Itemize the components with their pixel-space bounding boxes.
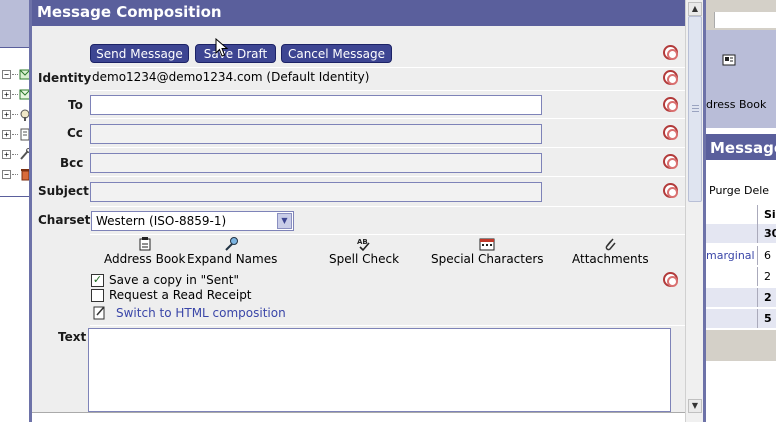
background-header-band <box>0 0 30 48</box>
message-body-textarea[interactable] <box>88 328 671 412</box>
help-icon[interactable] <box>663 97 678 112</box>
chevron-down-icon[interactable]: ▼ <box>277 213 292 229</box>
expand-icon[interactable]: + <box>2 110 11 119</box>
table-row[interactable]: 30 <box>704 224 776 243</box>
save-copy-checkbox[interactable]: ✓ <box>91 274 104 287</box>
folder-tree-node[interactable]: + <box>2 108 30 122</box>
scroll-down-icon[interactable]: ▼ <box>688 399 702 413</box>
bcc-label: Bcc <box>60 156 84 170</box>
to-field[interactable] <box>90 95 542 115</box>
background-folder-tree: − + + + + − <box>0 0 31 422</box>
folder-tree-node[interactable]: − <box>2 168 30 182</box>
table-row[interactable]: 5 <box>704 309 776 328</box>
identity-label: Identity <box>38 71 92 85</box>
attachments-button[interactable]: Attachments <box>572 236 649 266</box>
expand-icon[interactable]: + <box>2 150 11 159</box>
table-row[interactable]: 2 <box>704 288 776 307</box>
vertical-scrollbar[interactable]: ▲ ▼ <box>685 0 703 422</box>
read-receipt-label[interactable]: Request a Read Receipt <box>109 288 252 302</box>
help-icon[interactable] <box>663 125 678 140</box>
spell-check-button[interactable]: AB Spell Check <box>329 236 399 266</box>
folder-tree-node[interactable]: + <box>2 128 30 142</box>
bcc-field[interactable] <box>90 153 542 173</box>
background-address-book-button[interactable]: dress Book <box>704 30 776 128</box>
save-copy-label[interactable]: Save a copy in "Sent" <box>109 273 239 287</box>
to-label: To <box>68 98 83 112</box>
table-row[interactable]: marginal 6 <box>704 246 776 265</box>
paperclip-icon <box>605 238 616 251</box>
background-bottom-band <box>704 330 776 361</box>
switch-html-link[interactable]: Switch to HTML composition <box>116 306 286 320</box>
cc-label: Cc <box>67 126 83 140</box>
compose-form: Send Message Save Draft Cancel Message I… <box>32 26 685 412</box>
scroll-up-icon[interactable]: ▲ <box>688 2 702 16</box>
size-header-row: Siz <box>704 205 776 224</box>
scrollbar-thumb[interactable] <box>688 16 702 202</box>
read-receipt-checkbox[interactable] <box>91 289 104 302</box>
spell-check-icon: AB <box>357 238 370 252</box>
folder-tree-node[interactable]: + <box>2 148 31 162</box>
background-mail-window: dress Book Message Purge Dele Siz 30 mar… <box>704 0 776 422</box>
messages-title: Message <box>704 134 776 160</box>
expand-icon[interactable]: + <box>2 130 11 139</box>
size-header: Siz <box>757 205 776 224</box>
special-characters-button[interactable]: Special Characters <box>431 236 544 266</box>
address-book-label: dress Book <box>706 98 767 111</box>
subject-field[interactable] <box>90 182 542 202</box>
help-icon[interactable] <box>663 154 678 169</box>
folder-tree-node[interactable]: − <box>2 68 31 82</box>
background-top-band <box>704 0 776 30</box>
save-draft-button[interactable]: Save Draft <box>195 44 276 63</box>
desktop: − + + + + − dress Book Messag Purge Dele… <box>0 0 776 422</box>
expand-icon[interactable]: + <box>2 90 11 99</box>
charset-select[interactable]: Western (ISO-8859-1) ▼ <box>91 211 294 231</box>
text-label: Text <box>58 330 87 344</box>
help-icon[interactable] <box>663 272 678 287</box>
cc-field[interactable] <box>90 124 542 144</box>
subject-label: Subject <box>38 184 89 198</box>
help-icon[interactable] <box>663 70 678 85</box>
address-book-icon <box>139 237 151 251</box>
window-title: Message Composition <box>32 0 685 26</box>
help-icon[interactable] <box>663 45 678 60</box>
expand-icon[interactable]: − <box>2 170 11 179</box>
help-icon[interactable] <box>663 183 678 198</box>
address-book-button[interactable]: Address Book <box>104 236 185 266</box>
window-bottom-edge <box>32 412 685 422</box>
expand-names-button[interactable]: Expand Names <box>187 236 277 266</box>
svg-text:AB: AB <box>357 238 368 246</box>
table-row[interactable]: 2 <box>704 267 776 286</box>
address-book-icon <box>722 54 736 66</box>
charset-label: Charset <box>38 213 91 227</box>
identity-value[interactable]: demo1234@demo1234.com (Default Identity) <box>92 70 369 84</box>
send-message-button[interactable]: Send Message <box>90 44 189 63</box>
edit-html-icon <box>93 306 105 320</box>
folder-tree-node[interactable]: + <box>2 88 31 102</box>
message-composition-window: Message Composition Send Message Save Dr… <box>29 0 706 422</box>
expand-icon[interactable]: − <box>2 70 11 79</box>
special-characters-icon <box>479 238 495 251</box>
background-toolbar: Purge Dele <box>704 184 769 197</box>
cancel-message-button[interactable]: Cancel Message <box>281 44 392 63</box>
purge-delete-link[interactable]: Purge Dele <box>709 184 769 197</box>
charset-value: Western (ISO-8859-1) <box>96 214 227 228</box>
expand-names-icon <box>225 237 239 251</box>
